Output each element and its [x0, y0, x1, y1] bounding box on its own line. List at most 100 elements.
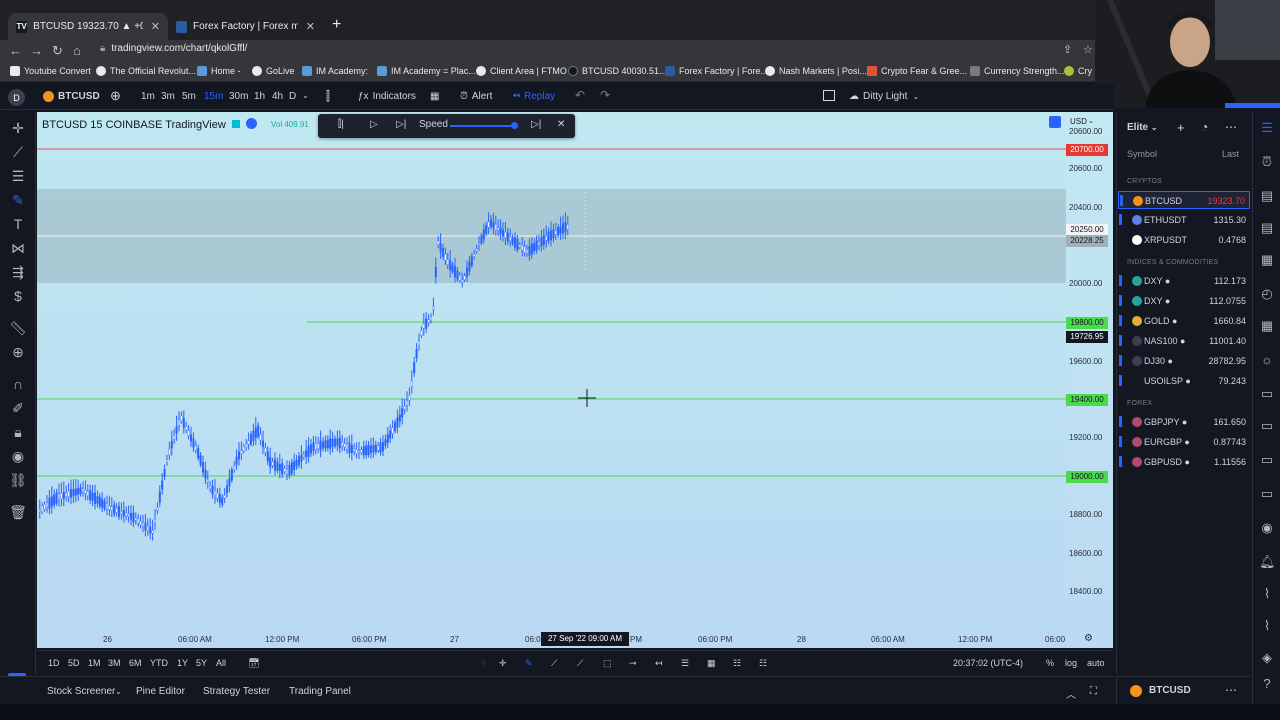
grid-tool-icon[interactable]: ▦ — [707, 658, 716, 669]
speed-slider-handle[interactable] — [511, 122, 518, 129]
candle-style-icon[interactable]: ⫿ — [326, 89, 330, 104]
watchlist-section-header[interactable]: FOREX — [1127, 400, 1152, 407]
home-icon[interactable]: ⌂ — [73, 43, 81, 58]
range-ytd[interactable]: YTD — [150, 658, 168, 668]
watchlist-row[interactable]: GOLD ● 1660.84 — [1118, 312, 1250, 330]
watchlist-section-header[interactable]: CRYPTOS — [1127, 178, 1162, 185]
range-all[interactable]: All — [216, 658, 226, 668]
interval-5m[interactable]: 5m — [182, 91, 196, 102]
share-icon[interactable]: ⇪ — [1063, 43, 1072, 56]
percent-toggle[interactable]: % — [1046, 658, 1054, 668]
magnet-icon[interactable]: ∩ — [9, 376, 27, 392]
row-flag-icon[interactable] — [1119, 295, 1122, 306]
range-6m[interactable]: 6M — [129, 658, 142, 668]
brush-icon[interactable]: ✎ — [9, 192, 27, 209]
watchlist-details-icon[interactable]: ◔ — [1201, 120, 1208, 134]
dollar-icon[interactable]: $ — [9, 288, 27, 304]
row-flag-icon[interactable] — [1119, 355, 1122, 366]
column-symbol[interactable]: Symbol — [1127, 149, 1157, 159]
avatar[interactable]: D — [8, 89, 25, 106]
trendline-icon[interactable]: ⟋ — [9, 144, 27, 161]
interval-1h[interactable]: 1h — [254, 91, 265, 102]
bookmark-item[interactable]: GoLive — [252, 66, 295, 76]
row-flag-icon[interactable] — [1119, 315, 1122, 326]
range-1m[interactable]: 1M — [88, 658, 101, 668]
crosshair-tool-icon[interactable]: ✛ — [499, 658, 507, 669]
chevron-down-icon[interactable]: ⌄ — [302, 91, 309, 100]
new-tab-icon[interactable]: + — [332, 16, 341, 34]
watchlist-row[interactable]: NAS100 ● 11001.40 — [1118, 332, 1250, 350]
row-flag-icon[interactable] — [1119, 234, 1122, 245]
bookmark-item[interactable]: Youtube Convert — [10, 66, 91, 76]
tab-stock-screener[interactable]: Stock Screener — [47, 686, 115, 697]
zoom-icon[interactable]: ⊕ — [9, 344, 27, 361]
layout-grid-icon[interactable]: ▦ — [430, 91, 439, 102]
line-tool-icon[interactable]: ⟋ — [551, 658, 557, 669]
range-5d[interactable]: 5D — [68, 658, 80, 668]
log-toggle[interactable]: log — [1065, 658, 1077, 668]
interval-30m[interactable]: 30m — [229, 91, 248, 102]
bookmark-item[interactable]: Crypto Fear & Gree... — [867, 66, 967, 76]
bookmark-item[interactable]: BTCUSD 40030.51... — [568, 66, 667, 76]
watchlist-row[interactable]: XRPUSDT 0.4768 — [1118, 231, 1250, 249]
prediction-icon[interactable]: ⇶ — [9, 264, 27, 281]
bookmark-item[interactable]: Nash Markets | Posi... — [765, 66, 867, 76]
chat-icon[interactable]: ▭ — [1259, 386, 1275, 402]
layout-name-button[interactable]: ☁︎ Ditty Light ⌄ — [849, 91, 919, 102]
more-icon[interactable]: ⋯ — [1225, 683, 1237, 697]
link-icon[interactable]: ⛓︎ — [9, 472, 27, 489]
fib-tool-icon[interactable]: ☷ — [733, 658, 741, 669]
select-bar-icon[interactable]: ⫿| — [338, 119, 344, 130]
crosshair-icon[interactable]: ✛ — [9, 120, 27, 137]
watchlist-icon[interactable]: ☰ — [1259, 120, 1275, 136]
tab-strategy-tester[interactable]: Strategy Tester — [203, 686, 270, 697]
watchlist-row[interactable]: BTCUSD 19323.70 — [1118, 191, 1250, 209]
range-5y[interactable]: 5Y — [196, 658, 207, 668]
bookmark-item[interactable]: Home - — [197, 66, 241, 76]
back-icon[interactable]: ← — [9, 43, 22, 58]
range-1d[interactable]: 1D — [48, 658, 60, 668]
hotlist-icon[interactable]: ▤ — [1259, 220, 1275, 236]
chart-line-icon[interactable]: ⌇ — [1259, 586, 1275, 602]
forward-icon[interactable]: → — [30, 43, 43, 58]
play-icon[interactable]: ▷ — [370, 119, 378, 130]
url-field[interactable]: 🔒︎ tradingview.com/chart/qkolGffl/ — [100, 43, 247, 54]
help-icon[interactable]: ? — [1259, 676, 1275, 691]
messages-icon[interactable]: ▭ — [1259, 452, 1275, 468]
bell-icon[interactable]: 🔔︎ — [1259, 554, 1276, 570]
screener-icon[interactable]: ▦ — [1259, 318, 1275, 334]
watchlist-name[interactable]: Elite ⌄ — [1127, 122, 1158, 133]
tab-pine-editor[interactable]: Pine Editor — [136, 686, 185, 697]
watchlist-row[interactable]: DXY ● 112.0755 — [1118, 292, 1250, 310]
step-forward-icon[interactable]: ▷| — [396, 119, 406, 130]
rectangle-tool-icon[interactable]: ⬚ — [603, 658, 612, 669]
compare-add-icon[interactable]: ⊕ — [110, 88, 121, 104]
bookmark-item[interactable]: IM Academy: — [302, 66, 368, 76]
speed-slider[interactable] — [450, 125, 516, 127]
collapse-panel-icon[interactable]: ︿ — [1066, 686, 1076, 701]
symbol-search-button[interactable]: BTCUSD — [43, 91, 100, 102]
goto-date-icon[interactable]: 📅︎ — [248, 658, 259, 669]
bookmark-item[interactable]: Forex Factory | Fore... — [665, 66, 768, 76]
alert-button[interactable]: ⏰︎ Alert — [460, 91, 492, 102]
bookmark-star-icon[interactable]: ☆ — [1083, 43, 1093, 56]
pattern-icon[interactable]: ⋈ — [9, 240, 27, 257]
watchlist-section-header[interactable]: INDICES & COMMODITIES — [1127, 259, 1218, 266]
row-flag-icon[interactable] — [1119, 214, 1122, 225]
chart-settings-gear-icon[interactable]: ⚙︎ — [1084, 633, 1093, 644]
lock-icon[interactable]: 🔒︎ — [9, 424, 27, 441]
parallel-channel-icon[interactable]: ☰ — [681, 658, 689, 669]
chart-pane[interactable]: BTCUSD 15 COINBASE TradingView Vol 409.9… — [37, 112, 1113, 648]
layers-icon[interactable]: ◈ — [1259, 650, 1275, 666]
hline-tool-icon[interactable]: ⊸ — [629, 658, 637, 669]
price-scale[interactable] — [1066, 112, 1113, 648]
close-tab-icon[interactable]: ✕ — [306, 20, 315, 33]
column-last[interactable]: Last — [1222, 149, 1239, 159]
legend-eye-icon[interactable] — [245, 118, 257, 129]
notifications-icon[interactable]: ▭ — [1259, 486, 1275, 502]
pencil-lock-icon[interactable]: ✐ — [9, 400, 27, 417]
chevron-down-icon[interactable]: ⌄ — [115, 687, 122, 696]
watchlist-row[interactable]: DJ30 ● 28782.95 — [1118, 352, 1250, 370]
interval-1m[interactable]: 1m — [141, 91, 155, 102]
interval-4h[interactable]: 4h — [272, 91, 283, 102]
